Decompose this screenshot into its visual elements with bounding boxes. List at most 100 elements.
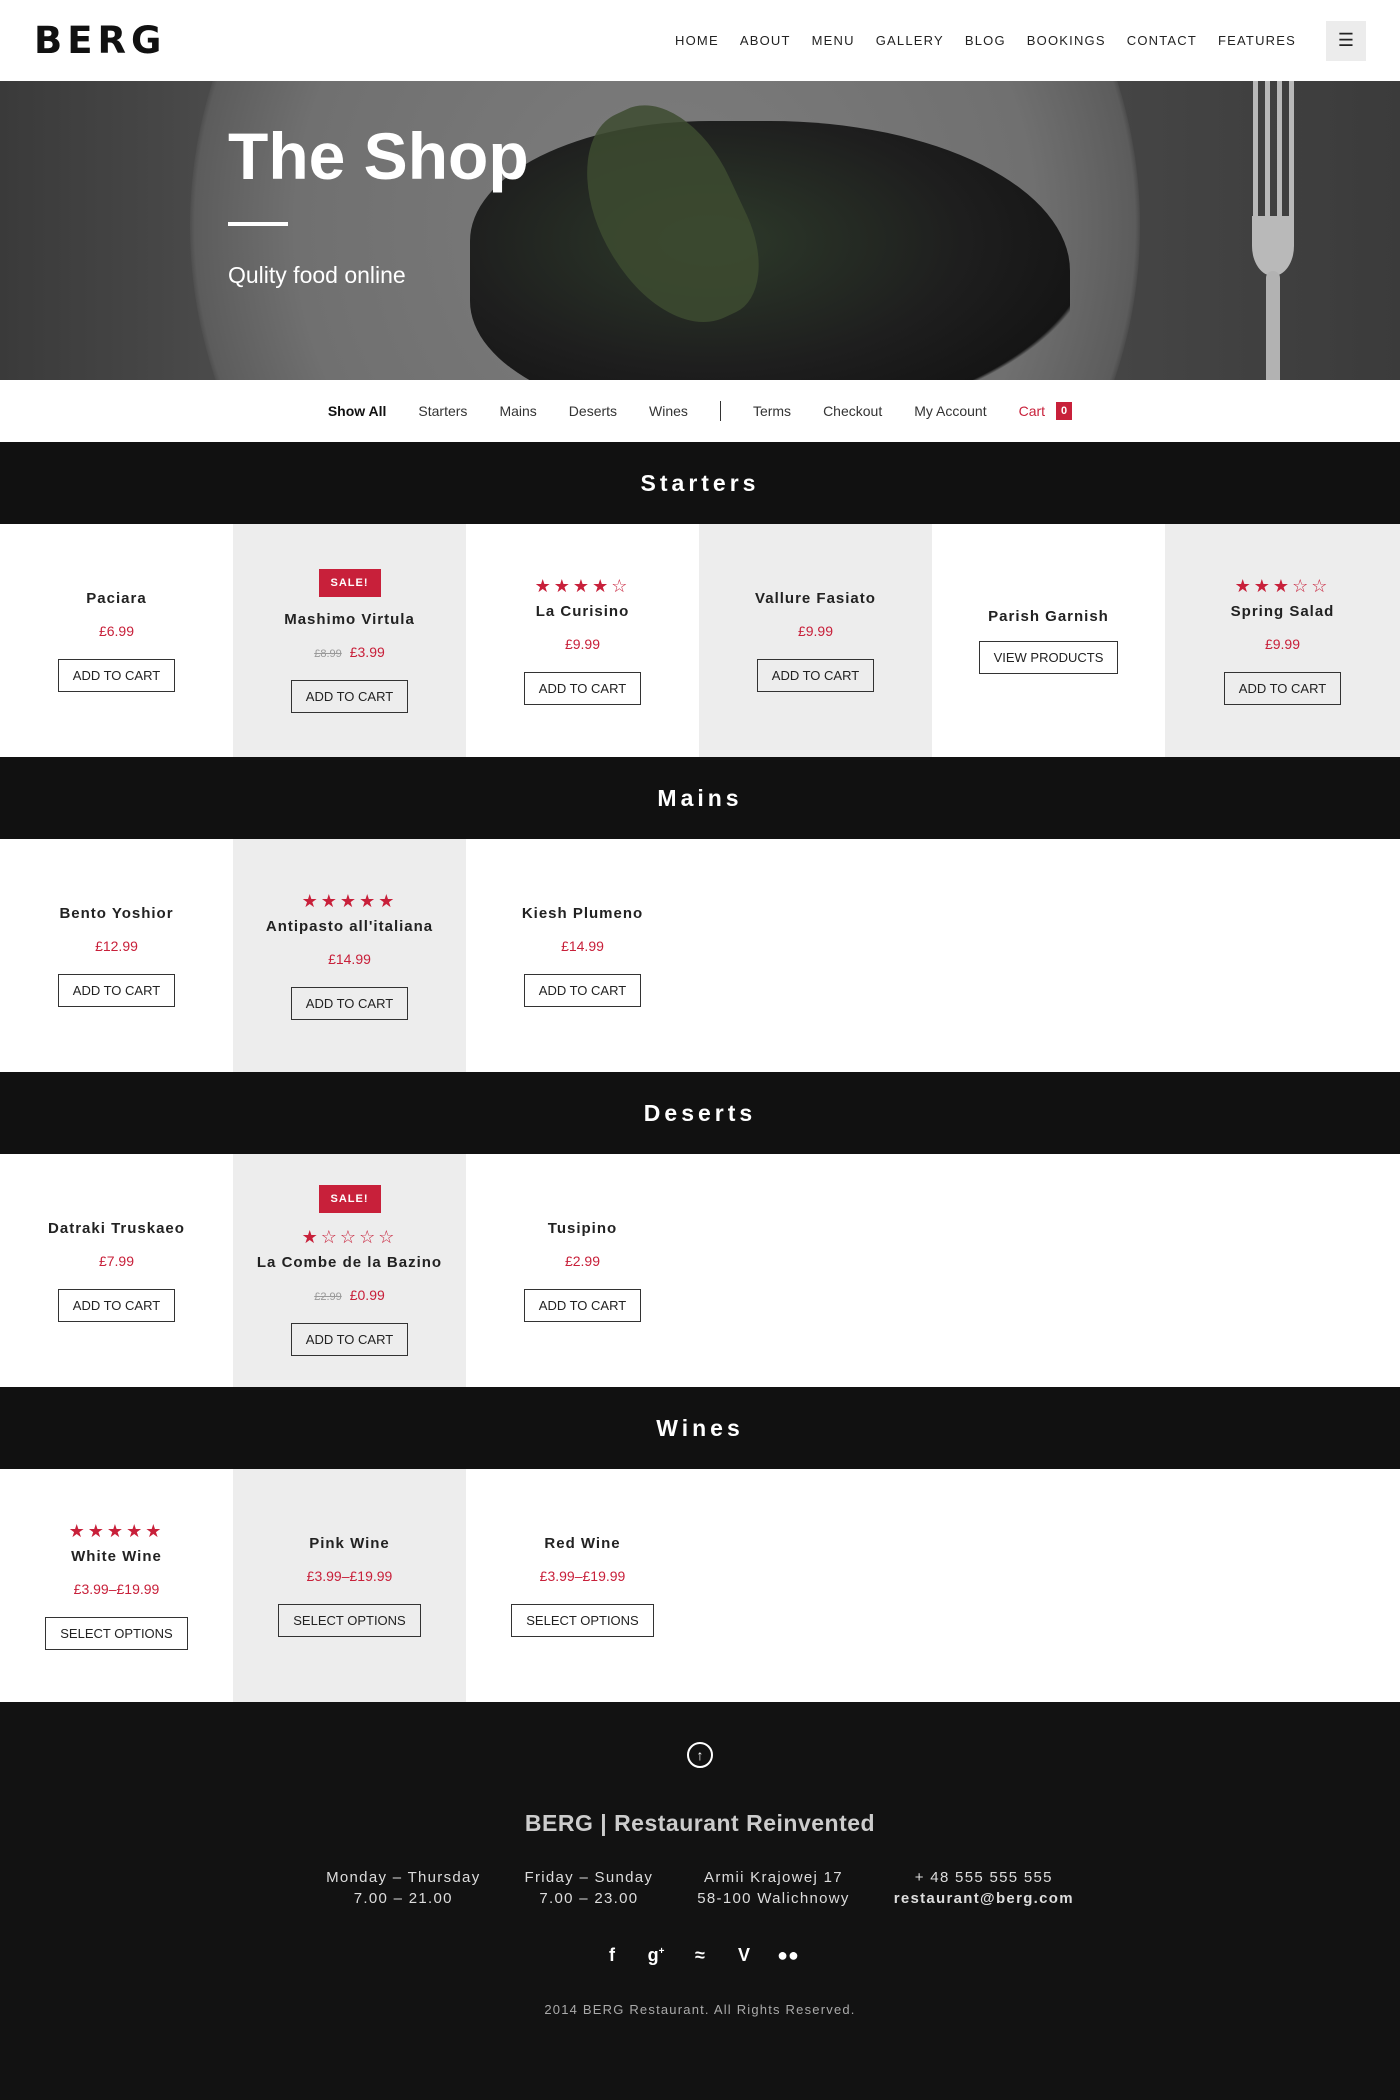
star-rating: ★★★★★ [302,891,398,912]
product-name[interactable]: Vallure Fasiato [755,590,876,607]
link-checkout[interactable]: Checkout [823,403,882,419]
add-to-cart-button[interactable]: ADD TO CART [57,1288,176,1322]
product-card[interactable]: Vallure Fasiato £9.99 ADD TO CART [699,524,932,757]
flickr-icon[interactable]: ●● [777,1945,799,1966]
filter-starters[interactable]: Starters [418,403,467,419]
product-name[interactable]: Antipasto all'italiana [266,918,433,935]
product-price: £9.99 [565,636,600,652]
product-card[interactable]: SALE! ★☆☆☆☆ La Combe de la Bazino £2.99 £0.9… [233,1154,466,1387]
hamburger-icon[interactable]: ☰ [1326,20,1366,61]
star-empty-icon: ☆ [339,1227,360,1247]
product-name[interactable]: Paciara [86,590,146,607]
link-terms[interactable]: Terms [753,403,791,419]
filter-mains[interactable]: Mains [499,403,536,419]
nav-menu[interactable]: MENU [812,33,855,48]
product-name[interactable]: Red Wine [544,1535,620,1552]
product-card[interactable]: Pink Wine £3.99–£19.99 SELECT OPTIONS [233,1469,466,1702]
google-plus-icon[interactable]: g+ [645,1945,667,1966]
product-name[interactable]: Mashimo Virtula [284,611,415,628]
title-divider [228,222,288,227]
add-to-cart-button[interactable]: ADD TO CART [57,658,176,692]
site-footer: ↑ BERG | Restaurant Reinvented Monday – … [0,1702,1400,2100]
sale-badge: SALE! [318,1185,381,1213]
star-filled-icon: ★ [592,576,612,596]
facebook-icon[interactable]: f [601,1945,623,1966]
add-to-cart-button[interactable]: ADD TO CART [1223,672,1342,705]
add-to-cart-button[interactable]: ADD TO CART [57,973,176,1007]
arrow-up-circle-icon[interactable]: ↑ [687,1742,713,1768]
add-to-cart-button[interactable]: ADD TO CART [523,1288,642,1322]
nav-blog[interactable]: BLOG [965,33,1006,48]
nav-gallery[interactable]: GALLERY [876,33,944,48]
link-my-account[interactable]: My Account [914,403,986,419]
product-card[interactable]: ★★★★★ White Wine £3.99–£19.99 SELECT OPTION… [0,1469,233,1702]
product-name[interactable]: Spring Salad [1231,603,1335,620]
add-to-cart-button[interactable]: ADD TO CART [523,973,642,1007]
nav-bookings[interactable]: BOOKINGS [1027,33,1106,48]
product-card[interactable]: ★★★★☆ La Curisino £9.99 ADD TO CART [466,524,699,757]
nav-contact[interactable]: CONTACT [1127,33,1197,48]
product-card[interactable]: ★★★★★ Antipasto all'italiana £14.99 ADD TO … [233,839,466,1072]
filter-wines[interactable]: Wines [649,403,688,419]
email-link[interactable]: restaurant@berg.com [894,1888,1074,1909]
star-filled-icon: ★ [339,891,360,911]
cart-link[interactable]: Cart 0 [1019,402,1073,420]
product-card[interactable]: Parish Garnish VIEW PRODUCTS [932,524,1165,757]
product-name[interactable]: White Wine [71,1548,162,1565]
product-name[interactable]: La Curisino [536,603,630,620]
spotify-icon[interactable]: ≈ [689,1945,711,1966]
product-card[interactable]: ★★★☆☆ Spring Salad £9.99 ADD TO CART [1165,524,1400,757]
product-name[interactable]: Parish Garnish [988,608,1109,625]
product-price: £8.99 £3.99 [314,644,385,660]
add-to-cart-button[interactable]: ADD TO CART [523,672,642,705]
product-price: £2.99 £0.99 [314,1287,385,1303]
star-empty-icon: ☆ [378,1227,398,1247]
product-name[interactable]: La Combe de la Bazino [257,1254,442,1271]
current-price: £7.99 [98,1252,135,1269]
product-card[interactable]: Datraki Truskaeo £7.99 ADD TO CART [0,1154,233,1387]
view-products-button[interactable]: VIEW PRODUCTS [978,640,1119,674]
hero-banner: The Shop Qulity food online [0,81,1400,380]
product-name[interactable]: Datraki Truskaeo [48,1220,185,1237]
address: Armii Krajowej 17 58-100 Walichnowy [697,1869,850,1907]
current-price: £0.99 [349,1287,385,1303]
product-card[interactable]: Paciara £6.99 ADD TO CART [0,524,233,757]
select-options-button[interactable]: SELECT OPTIONS [511,1603,654,1637]
nav-features[interactable]: FEATURES [1218,33,1296,48]
product-card[interactable]: Red Wine £3.99–£19.99 SELECT OPTIONS [466,1469,699,1702]
star-filled-icon: ★ [145,1521,165,1541]
hero-image-fork [1250,81,1300,380]
filter-deserts[interactable]: Deserts [569,403,617,419]
star-filled-icon: ★ [534,576,554,596]
nav-about[interactable]: ABOUT [740,33,791,48]
select-options-button[interactable]: SELECT OPTIONS [278,1603,421,1637]
nav-home[interactable]: HOME [675,33,719,48]
product-name[interactable]: Kiesh Plumeno [522,905,643,922]
product-card[interactable]: Kiesh Plumeno £14.99 ADD TO CART [466,839,699,1072]
add-to-cart-button[interactable]: ADD TO CART [290,987,409,1020]
select-options-button[interactable]: SELECT OPTIONS [45,1617,188,1650]
phone-number[interactable]: + 48 555 555 555 [894,1867,1074,1888]
star-empty-icon: ☆ [1311,576,1331,596]
cart-label: Cart [1018,403,1046,419]
product-card[interactable]: Bento Yoshior £12.99 ADD TO CART [0,839,233,1072]
product-price: £3.99–£19.99 [74,1581,160,1597]
product-name[interactable]: Tusipino [548,1220,617,1237]
product-card[interactable]: SALE! Mashimo Virtula £8.99 £3.99 ADD TO CAR… [233,524,466,757]
product-name[interactable]: Pink Wine [309,1535,390,1552]
add-to-cart-button[interactable]: ADD TO CART [290,1323,409,1356]
vine-icon[interactable]: V [733,1945,755,1966]
product-row: Datraki Truskaeo £7.99 ADD TO CART SALE! ★☆☆… [0,1154,1400,1387]
product-name[interactable]: Bento Yoshior [59,905,173,922]
logo[interactable]: BERG [34,19,166,62]
filter-show-all[interactable]: Show All [328,403,387,419]
product-row: Paciara £6.99 ADD TO CART SALE! Mashimo Virt… [0,524,1400,757]
add-to-cart-button[interactable]: ADD TO CART [290,679,409,713]
product-card[interactable]: Tusipino £2.99 ADD TO CART [466,1154,699,1387]
current-price: £3.99–£19.99 [539,1567,626,1584]
add-to-cart-button[interactable]: ADD TO CART [756,658,875,692]
product-price: £2.99 [565,1253,600,1269]
star-rating: ★☆☆☆☆ [302,1227,398,1248]
star-rating: ★★★☆☆ [1235,576,1331,597]
star-filled-icon: ★ [87,1521,107,1541]
